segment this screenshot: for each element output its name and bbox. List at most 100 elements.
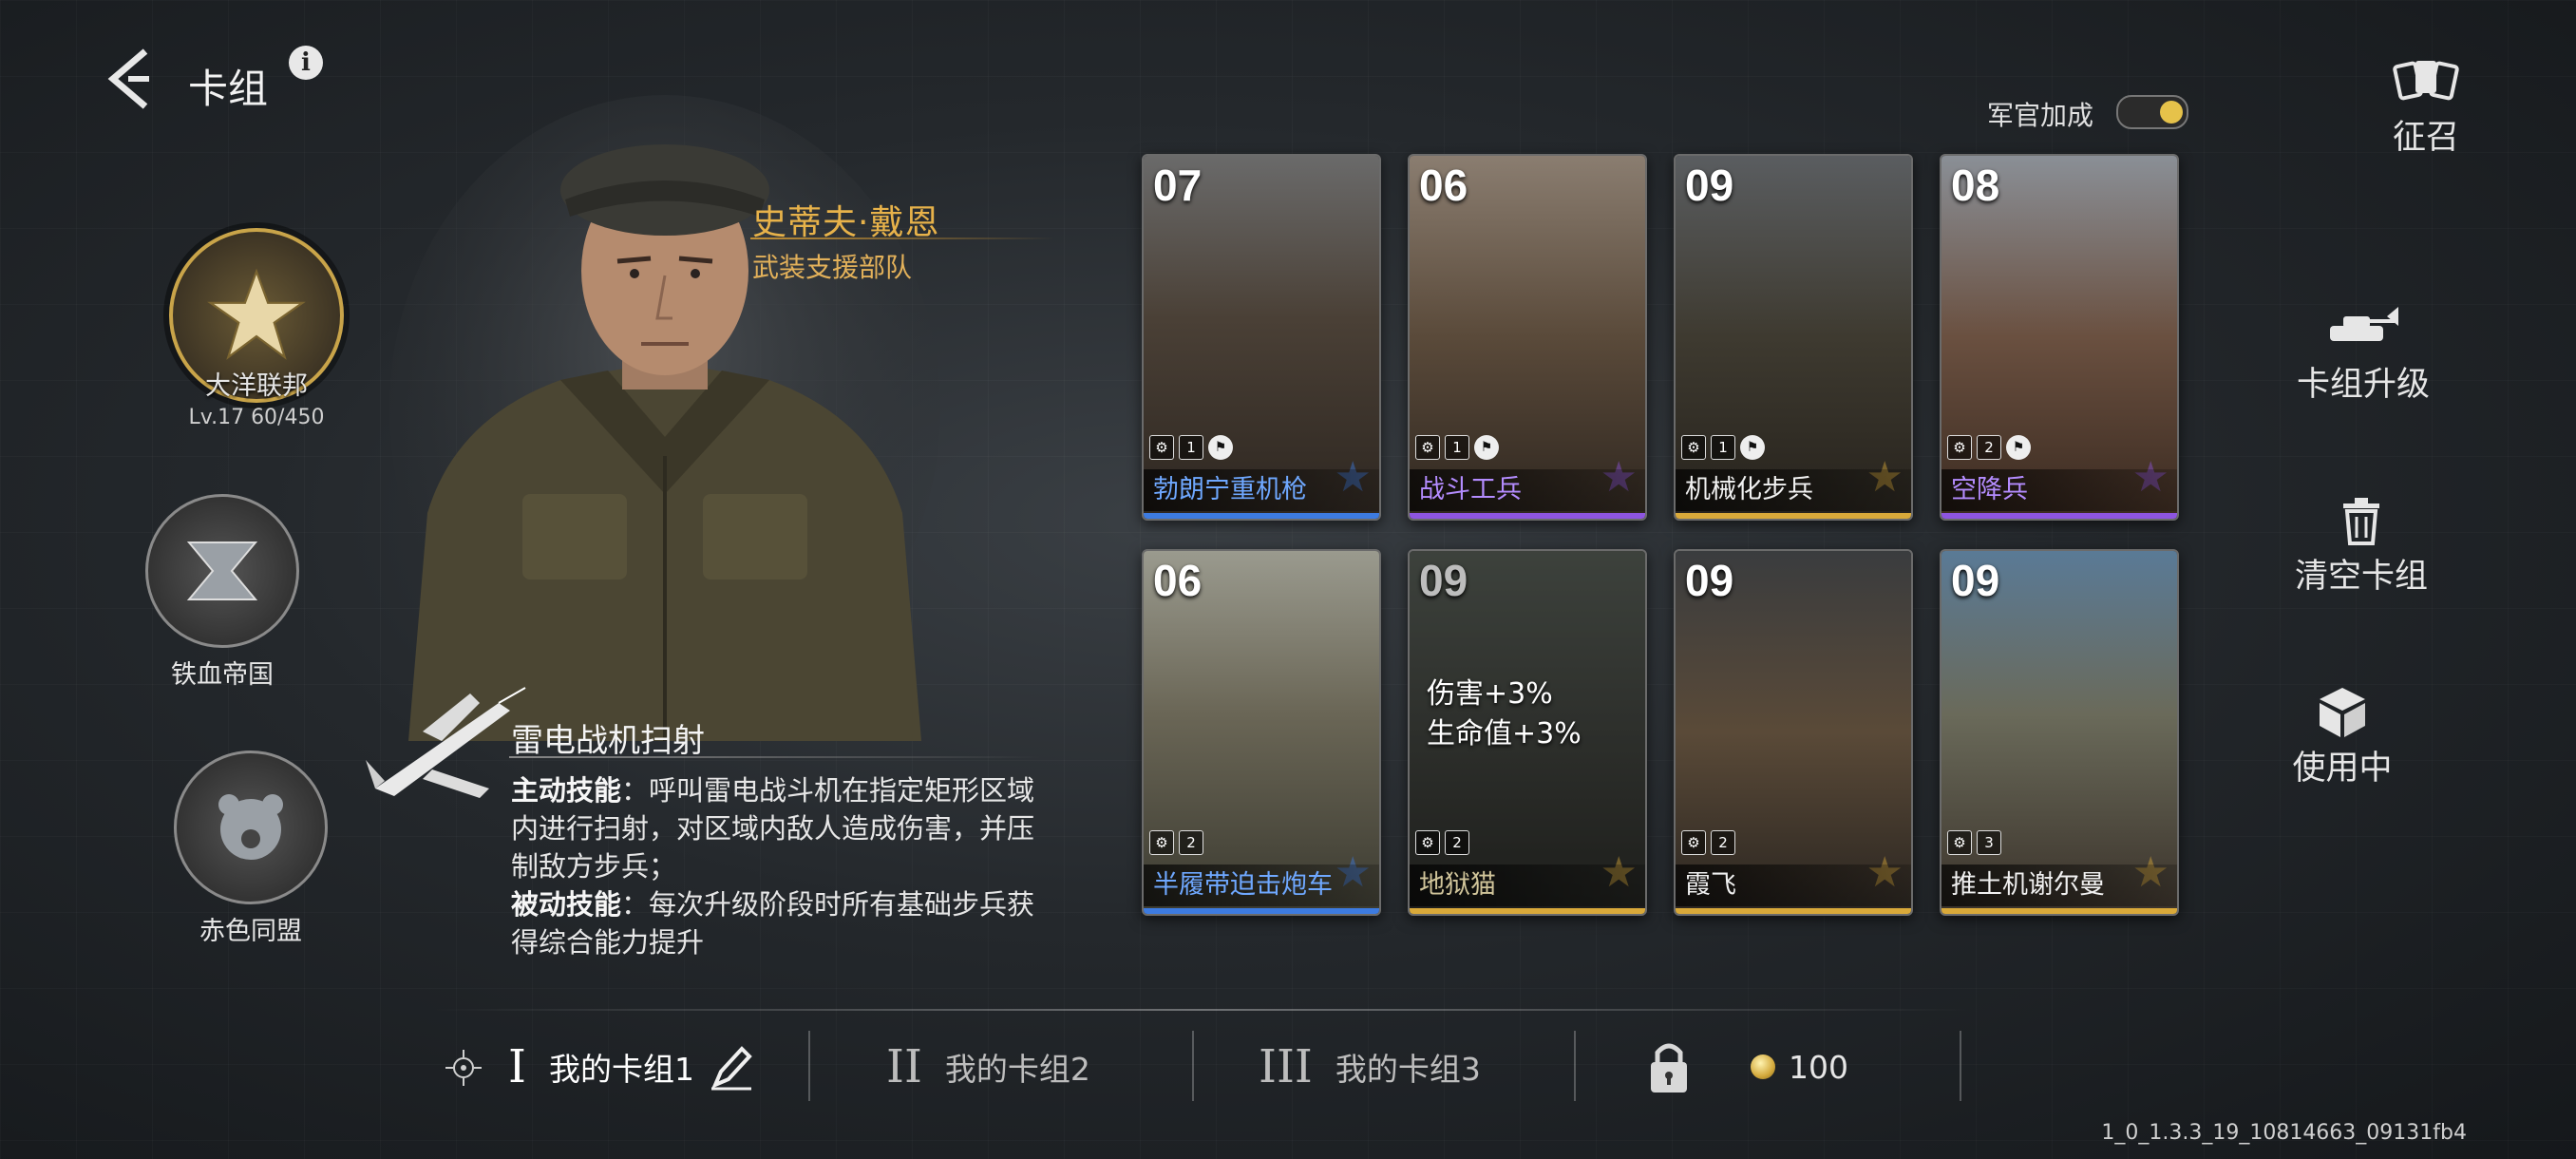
unit-card[interactable]: 09⚙2★霞飞 [1674, 549, 1913, 916]
officer-bonus-label: 军官加成 [1987, 100, 2094, 131]
card-count: 2 [1179, 830, 1203, 855]
card-buff: 伤害+3% 生命值+3% [1427, 674, 1582, 754]
card-cost: 07 [1153, 161, 1203, 210]
card-name: 地狱猫 [1410, 864, 1645, 906]
passive-skill-label: 被动技能 [511, 888, 622, 921]
recruit-button[interactable]: 征召 [2331, 55, 2521, 159]
card-stats: ⚙ 1 ⚑ [1415, 435, 1499, 460]
card-cost: 06 [1419, 161, 1468, 210]
card-stats: ⚙ 3 [1947, 830, 2001, 855]
mech-infantry-icon: ⚙ [1681, 435, 1706, 460]
card-cost: 06 [1153, 556, 1203, 605]
card-count: 2 [1445, 830, 1469, 855]
card-stats: ⚙ 2 [1149, 830, 1203, 855]
tank-icon: ⚙ [1947, 830, 1972, 855]
rarity-bar [1410, 513, 1645, 519]
version-string: 1_0_1.3.3_19_10814663_09131fb4 [2101, 1121, 2467, 1145]
card-name: 推土机谢尔曼 [1941, 864, 2177, 906]
officer-portrait [380, 95, 950, 741]
rarity-bar [1144, 908, 1379, 914]
crosshair-icon [445, 1050, 482, 1090]
card-cost: 09 [1419, 556, 1468, 605]
iron-eagle-icon [145, 494, 299, 648]
card-name: 半履带迫击炮车 [1144, 864, 1379, 906]
card-cost: 08 [1951, 161, 2000, 210]
deck-bar-divider [432, 1009, 1971, 1011]
card-cost: 09 [1685, 556, 1734, 605]
tab-separator [808, 1031, 810, 1101]
card-cost: 09 [1951, 556, 2000, 605]
card-stats: ⚙ 1 ⚑ [1681, 435, 1765, 460]
parachute-icon: ⚙ [1947, 435, 1972, 460]
unit-card[interactable]: 09伤害+3%生命值+3%⚙2★地狱猫 [1408, 549, 1647, 916]
unit-card[interactable]: 09⚙1⚑★机械化步兵 [1674, 154, 1913, 521]
unit-card[interactable]: 08⚙2⚑★空降兵 [1940, 154, 2179, 521]
card-name: 空降兵 [1941, 469, 2177, 511]
tank-icon: ⚙ [1415, 830, 1440, 855]
flag-icon: ⚑ [1208, 435, 1233, 460]
faction-level: Lv.17 60/450 [188, 406, 325, 429]
bear-icon [174, 750, 328, 904]
unit-card[interactable]: 09⚙3★推土机谢尔曼 [1940, 549, 2179, 916]
card-count: 2 [1711, 830, 1735, 855]
card-name: 机械化步兵 [1676, 469, 1911, 511]
rarity-bar [1941, 513, 2177, 519]
deck-number: III [1259, 1040, 1313, 1093]
card-name: 战斗工兵 [1410, 469, 1645, 511]
tab-separator [1574, 1031, 1576, 1101]
trash-icon [2266, 494, 2456, 547]
locked-deck-slot[interactable]: 100 [1648, 1038, 1848, 1095]
card-count: 3 [1977, 830, 2001, 855]
lock-icon [1651, 1043, 1687, 1092]
tab-separator [1192, 1031, 1194, 1101]
unit-card[interactable]: 06⚙2★半履带迫击炮车 [1142, 549, 1381, 916]
machine-gun-icon: ⚙ [1149, 435, 1174, 460]
deck-tab-1[interactable]: I 我的卡组1 [508, 1038, 755, 1095]
back-button[interactable] [95, 46, 161, 112]
deck-label: 我的卡组3 [1335, 1051, 1481, 1088]
deck-tab-2[interactable]: II 我的卡组2 [886, 1038, 1090, 1095]
card-count: 2 [1977, 435, 2001, 460]
deck-upgrade-button[interactable]: 卡组升级 [2268, 302, 2458, 406]
faction-red-alliance[interactable]: 赤色同盟 [156, 750, 346, 947]
halftrack-icon: ⚙ [1149, 830, 1174, 855]
edit-pen-icon[interactable] [708, 1043, 755, 1091]
card-name: 霞飞 [1676, 864, 1911, 906]
officer-unit: 武装支援部队 [752, 252, 913, 283]
card-name: 勃朗宁重机枪 [1144, 469, 1379, 511]
info-icon[interactable]: i [289, 46, 323, 80]
deck-tab-3[interactable]: III 我的卡组3 [1259, 1038, 1481, 1095]
tank-icon: ⚙ [1681, 830, 1706, 855]
in-use-button[interactable]: 使用中 [2247, 686, 2437, 789]
faction-iron-empire[interactable]: 铁血帝国 [127, 494, 317, 691]
deck-tab-bar: I 我的卡组1 II 我的卡组2 III 我的卡组3 100 [432, 1012, 1971, 1126]
deck-number: I [508, 1040, 526, 1093]
tank-upgrade-icon [2268, 302, 2458, 355]
faction-oceanic-federation[interactable]: 大洋联邦 Lv.17 60/450 [161, 228, 351, 429]
flag-icon: ⚑ [1474, 435, 1499, 460]
unit-card[interactable]: 07⚙1⚑★勃朗宁重机枪 [1142, 154, 1381, 521]
unit-card[interactable]: 06⚙1⚑★战斗工兵 [1408, 154, 1647, 521]
card-cost: 09 [1685, 161, 1734, 210]
officer-bonus-toggle[interactable] [2116, 95, 2188, 129]
buff-line: 生命值+3% [1427, 717, 1582, 750]
rarity-bar [1941, 908, 2177, 914]
recruit-icon [2331, 55, 2521, 108]
fighter-plane-icon [356, 674, 527, 808]
gold-coin-icon [1751, 1054, 1775, 1079]
back-arrow-icon [107, 48, 149, 109]
skill-divider [509, 756, 1041, 758]
card-count: 1 [1179, 435, 1203, 460]
page-title: 卡组 [188, 66, 269, 112]
clear-deck-button[interactable]: 清空卡组 [2266, 494, 2456, 598]
rarity-bar [1144, 513, 1379, 519]
toggle-knob [2160, 101, 2183, 124]
flag-icon: ⚑ [2006, 435, 2031, 460]
card-stats: ⚙ 2 [1415, 830, 1469, 855]
faction-name: 铁血帝国 [171, 660, 274, 690]
deck-label: 我的卡组1 [548, 1051, 694, 1088]
active-skill-label: 主动技能 [511, 774, 622, 807]
skill-description: 主动技能：呼叫雷电战斗机在指定矩形区域内进行扫射，对区域内敌人造成伤害，并压制敌… [511, 771, 1043, 961]
card-stats: ⚙ 2 [1681, 830, 1735, 855]
wrench-icon: ⚙ [1415, 435, 1440, 460]
